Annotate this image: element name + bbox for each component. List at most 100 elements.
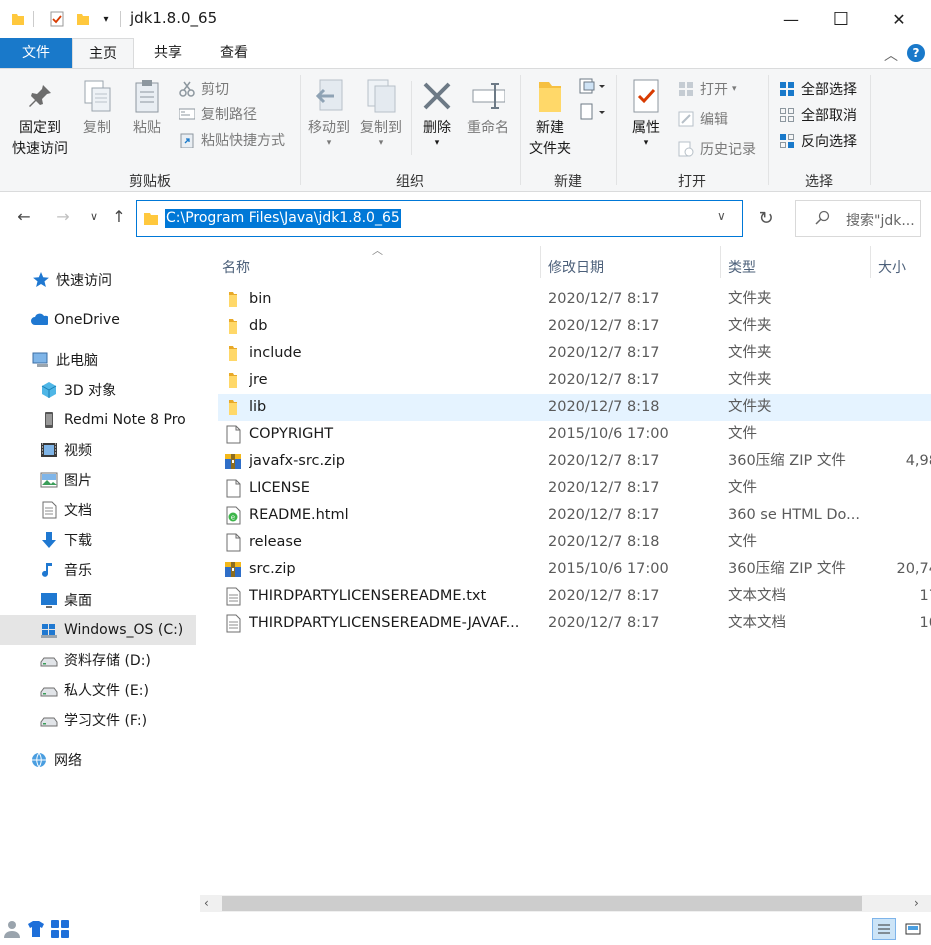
customize-quick-access-icon[interactable]: ▾ [96,9,116,29]
easy-access-button[interactable] [578,103,608,123]
details-view-icon[interactable] [872,918,896,940]
close-button[interactable]: ✕ [874,0,924,38]
sidebar-item[interactable]: 学习文件 (F:) [0,705,196,735]
history-button[interactable]: 历史记录 [677,137,756,161]
collapse-ribbon-icon[interactable]: ︿ [884,45,898,65]
file-row[interactable]: src.zip 2015/10/6 17:00 360压缩 ZIP 文件 20,74 [218,556,931,583]
divider[interactable] [720,246,721,278]
properties-check-icon [629,77,663,115]
copy-button[interactable]: 复制 [76,77,118,139]
search-input[interactable]: 搜索"jdk... [795,200,921,237]
sidebar-item[interactable]: 资料存储 (D:) [0,645,196,675]
properties-button[interactable]: 属性 ▾ [622,77,670,148]
divider [33,11,34,27]
recent-locations-chevron-icon[interactable]: ∨ [82,204,106,228]
file-row[interactable]: jre 2020/12/7 8:17 文件夹 [218,367,931,394]
cut-button[interactable]: 剪切 [178,77,229,101]
help-icon[interactable]: ? [907,44,925,62]
scroll-left-icon[interactable]: ‹ [204,895,209,912]
sidebar-item[interactable]: 图片 [0,465,196,495]
tab-share[interactable]: 共享 [140,38,196,68]
sidebar-item[interactable]: 音乐 [0,555,196,585]
desktop-icon [40,591,58,609]
scroll-right-icon[interactable]: › [914,895,919,912]
file-name: release [249,534,302,550]
copy-path-button[interactable]: 复制路径 [178,102,257,126]
new-item-button[interactable] [578,77,608,97]
navigation-pane: 快速访问 OneDrive 此电脑 3D 对象 Redmi Note 8 Pro 视频 图片… [0,242,200,922]
sidebar-item[interactable]: 桌面 [0,585,196,615]
edit-button[interactable]: 编辑 [677,107,728,131]
divider[interactable] [540,246,541,278]
sidebar-item[interactable]: 此电脑 [0,345,196,375]
minimize-button[interactable]: — [766,0,816,38]
tab-home[interactable]: 主页 [72,38,134,68]
tab-view[interactable]: 查看 [206,38,262,68]
file-name: javafx-src.zip [249,453,345,469]
paste-shortcut-button[interactable]: 粘贴快捷方式 [178,128,285,152]
file-name: include [249,345,302,361]
file-row[interactable]: release 2020/12/7 8:18 文件 [218,529,931,556]
pin-to-quick-access-button[interactable]: 固定到 快速访问 [8,77,72,160]
horizontal-scrollbar[interactable]: ‹ › [200,895,931,912]
file-row[interactable]: e README.html 2020/12/7 8:17 360 se HTML Do… [218,502,931,529]
address-bar[interactable]: C:\Program Files\Java\jdk1.8.0_65 ∨ [136,200,743,237]
sidebar-item[interactable]: 3D 对象 [0,375,196,405]
sidebar-item[interactable]: 快速访问 [0,265,196,295]
file-type: 文件 [728,426,757,442]
sidebar-item[interactable]: Windows_OS (C:) [0,615,196,645]
search-placeholder: 搜索"jdk... [846,213,915,229]
sidebar-item[interactable]: 下载 [0,525,196,555]
file-row[interactable]: db 2020/12/7 8:17 文件夹 [218,313,931,340]
paste-button[interactable]: 粘贴 [126,77,168,139]
file-size [878,340,931,367]
file-icon [224,425,242,444]
sidebar-item[interactable]: OneDrive [0,305,196,335]
sidebar-item[interactable]: 文档 [0,495,196,525]
delete-x-icon [420,77,454,115]
file-size: 20,74 [896,561,931,577]
sidebar-item[interactable]: 网络 [0,745,196,775]
column-header-size[interactable]: 大小 [878,250,906,286]
column-header-name[interactable]: 名称 [222,250,250,286]
file-row[interactable]: COPYRIGHT 2015/10/6 17:00 文件 [218,421,931,448]
tab-file[interactable]: 文件 [0,38,72,68]
rename-button[interactable]: 重命名 [462,77,514,139]
sidebar-item[interactable]: 私人文件 (E:) [0,675,196,705]
forward-arrow-icon[interactable]: → [51,204,75,228]
new-folder-button[interactable]: 新建 文件夹 [524,77,576,160]
column-header-type[interactable]: 类型 [728,250,756,286]
scrollbar-thumb[interactable] [222,896,862,911]
select-all-button[interactable]: 全部选择 [778,77,857,101]
large-icons-view-icon[interactable] [901,918,925,940]
sidebar-item[interactable]: 视频 [0,435,196,465]
invert-selection-button[interactable]: 反向选择 [778,129,857,153]
address-dropdown-chevron-icon[interactable]: ∨ [717,209,726,223]
delete-button[interactable]: 删除 ▾ [416,77,458,148]
file-row[interactable]: include 2020/12/7 8:17 文件夹 [218,340,931,367]
file-row[interactable]: THIRDPARTYLICENSEREADME-JAVAF... 2020/12/… [218,610,931,637]
up-arrow-icon[interactable]: ↑ [107,204,131,228]
column-header-date[interactable]: 修改日期 [548,250,604,286]
properties-quick-icon[interactable] [47,9,67,29]
copy-to-icon [364,77,398,115]
maximize-button[interactable]: ☐ [816,0,866,38]
new-folder-quick-icon[interactable] [73,9,93,29]
select-none-button[interactable]: 全部取消 [778,103,857,127]
cut-label: 剪切 [201,82,229,98]
chevron-down-icon: ▾ [732,84,737,94]
sidebar-item[interactable]: Redmi Note 8 Pro [0,405,196,435]
file-type: 文件夹 [728,291,772,307]
back-arrow-icon[interactable]: ← [12,204,36,228]
divider[interactable] [870,246,871,278]
file-row[interactable]: javafx-src.zip 2020/12/7 8:17 360压缩 ZIP 文件… [218,448,931,475]
move-to-button[interactable]: 移动到 ▾ [304,77,354,148]
open-button[interactable]: 打开 ▾ [677,77,737,101]
file-row[interactable]: LICENSE 2020/12/7 8:17 文件 [218,475,931,502]
copy-to-button[interactable]: 复制到 ▾ [356,77,406,148]
file-row[interactable]: bin 2020/12/7 8:17 文件夹 [218,286,931,313]
file-row[interactable]: THIRDPARTYLICENSEREADME.txt 2020/12/7 8:1… [218,583,931,610]
refresh-icon[interactable]: ↻ [750,200,782,237]
address-path[interactable]: C:\Program Files\Java\jdk1.8.0_65 [165,209,401,228]
file-row[interactable]: lib 2020/12/7 8:18 文件夹 [218,394,931,421]
